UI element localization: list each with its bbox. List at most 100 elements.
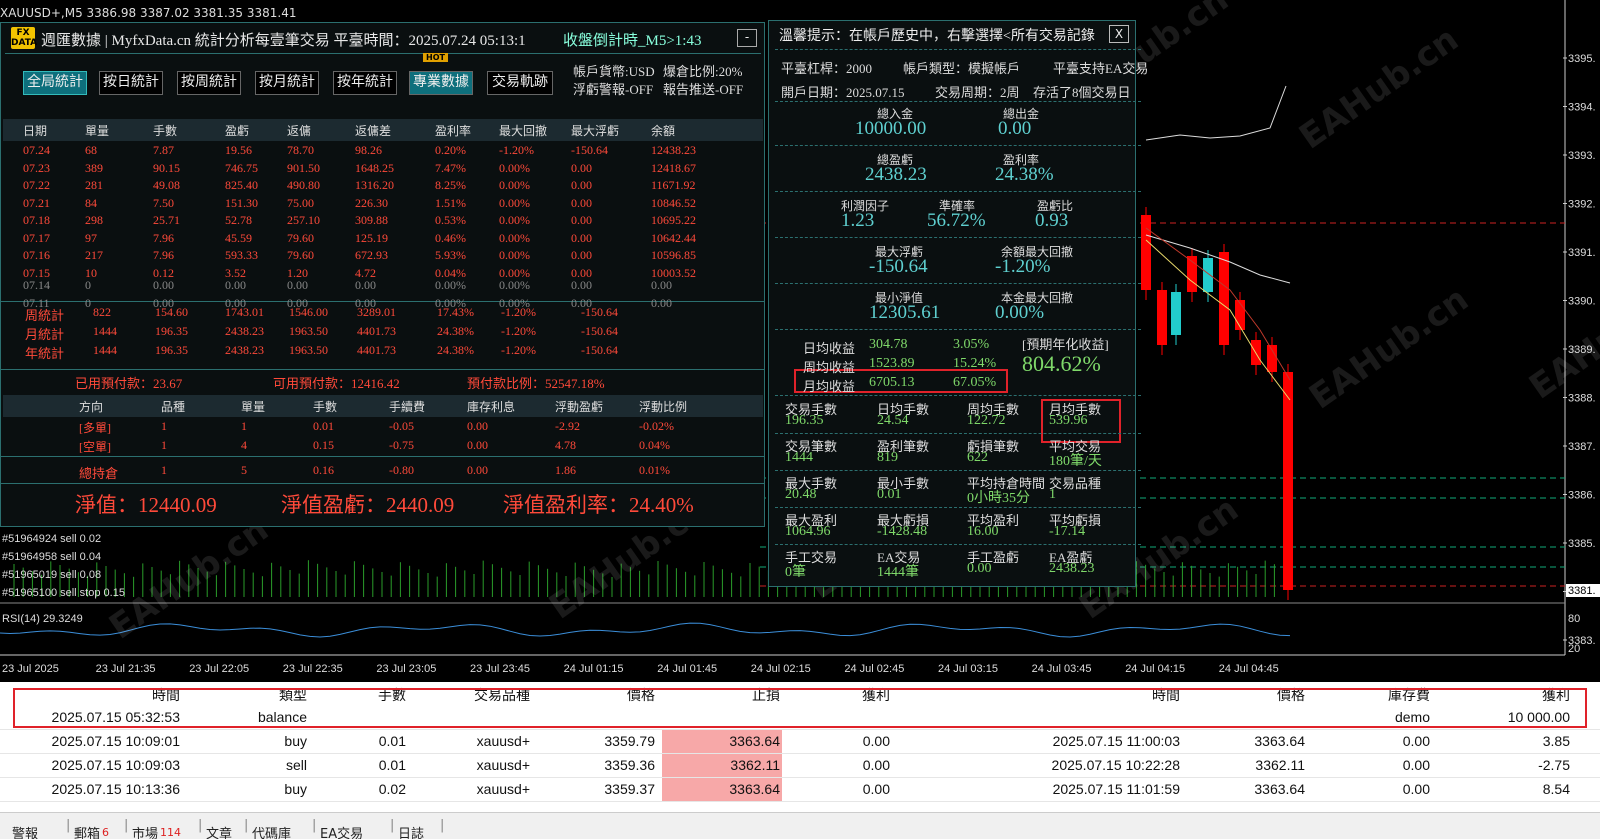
- candle-body: [1283, 372, 1293, 590]
- hot-badge: HOT: [423, 53, 448, 62]
- cell: 97: [85, 230, 97, 245]
- terminal-tab-1[interactable]: 郵箱 6: [74, 818, 109, 839]
- cell: 總持倉: [79, 466, 119, 481]
- history-cell: buy: [284, 733, 307, 749]
- stat-value: 196.35: [785, 413, 824, 428]
- history-cell: demo: [1394, 709, 1430, 725]
- divider: [775, 145, 1141, 146]
- close-button[interactable]: X: [1109, 25, 1129, 43]
- income-rate: 67.05%: [953, 375, 997, 390]
- cell: 4.78: [555, 438, 576, 452]
- history-cell: 3363.64: [729, 733, 780, 749]
- terminal-tab-badge: 114: [160, 826, 182, 839]
- countdown-label: 收盤倒計時_M5>1:43: [563, 33, 702, 49]
- price-tick-label: 3395.: [1568, 53, 1596, 65]
- order-label: #51964924 sell 0.02: [2, 533, 101, 545]
- order-label: #51964958 sell 0.04: [2, 551, 101, 563]
- column-header: 余額: [651, 124, 676, 138]
- column-header: 盈虧: [225, 124, 250, 138]
- history-cell: 0.01: [378, 757, 406, 773]
- cell: 0.00: [225, 278, 246, 292]
- cell: 0.00: [467, 419, 488, 433]
- terminal-tab-2[interactable]: 市場 114: [132, 818, 182, 839]
- minimize-button[interactable]: -: [737, 29, 757, 47]
- cell: 75.00: [287, 195, 314, 210]
- trade-history-table[interactable]: 時間 類型 手數 交易品種 價格 止損 獲利 時間 價格 庫存費 獲利 2025.07.15 05:…: [0, 682, 1600, 812]
- cell: 822: [93, 305, 111, 319]
- cell: 281: [85, 178, 103, 192]
- history-row[interactable]: 2025.07.15 10:09:01 buy 0.01 xauusd+ 3359.79…: [0, 730, 1600, 754]
- history-row[interactable]: 2025.07.15 10:13:36 buy 0.02 xauusd+ 3359.37…: [0, 778, 1600, 802]
- divider: [775, 329, 1141, 330]
- history-cell: 3362.11: [1255, 757, 1305, 773]
- tab-2[interactable]: 按周統計: [177, 71, 241, 95]
- tab-separator: |: [198, 818, 203, 833]
- cell: 79.60: [287, 248, 314, 262]
- terminal-tab-6[interactable]: 日誌: [398, 818, 424, 839]
- divider: [775, 433, 1141, 434]
- price-tick-label: 3394.: [1568, 102, 1596, 114]
- cell: 746.75: [225, 160, 258, 175]
- terminal-tab-5[interactable]: EA交易: [320, 818, 363, 839]
- tab-6[interactable]: 交易軌跡: [487, 71, 553, 95]
- current-price-label: 3381.: [1568, 585, 1596, 597]
- history-cell: 8.54: [1542, 781, 1570, 797]
- max-float-loss-value: -150.64: [869, 256, 928, 277]
- history-cell: 2025.07.15 11:01:59: [1052, 781, 1180, 797]
- history-cell: 0.00: [862, 757, 890, 773]
- total-row: 年統計 1444 196.35 2438.23 1963.50 4401.73 24.38%…: [3, 343, 763, 361]
- cell: -1.20%: [501, 343, 536, 357]
- stat-value: 1: [1049, 487, 1056, 502]
- history-cell: xauusd+: [476, 757, 530, 773]
- cell: 901.50: [287, 160, 320, 175]
- cell: 07.18: [23, 213, 50, 227]
- stat-value: 24.54: [877, 413, 909, 428]
- history-cell: 2025.07.15 11:00:03: [1052, 733, 1180, 749]
- tab-separator: |: [312, 818, 317, 833]
- price-tick-label: 3386.: [1568, 490, 1596, 502]
- cell: 49.08: [153, 178, 180, 192]
- rsi-level-80: 80: [1568, 613, 1580, 625]
- survived-days: 存活了8個交易日: [1033, 85, 1131, 100]
- terminal-tab-4[interactable]: 代碼庫: [252, 818, 291, 839]
- cell: 154.60: [155, 305, 188, 319]
- stat-value: 1064.96: [785, 524, 831, 539]
- price-tick-label: 3388.: [1568, 393, 1596, 405]
- cell: 07.14: [23, 278, 50, 292]
- terminal-tab-3[interactable]: 文章: [206, 818, 232, 839]
- cell: 0.16: [313, 463, 334, 477]
- history-row[interactable]: 2025.07.15 05:32:53 balance demo 10 000.00: [0, 706, 1600, 730]
- column-header: 返傭: [287, 124, 312, 138]
- stat-value: 20.48: [785, 487, 817, 502]
- tab-0[interactable]: 全局統計: [23, 71, 87, 95]
- tab-5[interactable]: 專業數據: [409, 71, 473, 95]
- history-cell: 3359.79: [604, 733, 655, 749]
- tab-3[interactable]: 按月統計: [255, 71, 319, 95]
- cell: 0.00: [571, 278, 592, 292]
- tab-1[interactable]: 按日統計: [99, 71, 163, 95]
- history-cell: sell: [285, 757, 307, 773]
- equity-value: 淨值：12440.09: [75, 493, 217, 517]
- candle-body: [1171, 292, 1181, 335]
- stat-value: 819: [877, 450, 898, 465]
- history-row[interactable]: 2025.07.15 10:09:03 sell 0.01 xauusd+ 3359.3…: [0, 754, 1600, 778]
- terminal-tab-label: 市場: [132, 827, 159, 839]
- cell: -0.05: [389, 419, 414, 433]
- cell: 0.00: [571, 160, 592, 175]
- terminal-tabs-bar: 警報 | 郵箱 6 | 市場 114 | 文章 | 代碼庫 | EA交易 | 日誌 |: [0, 812, 1600, 839]
- position-column-header: 庫存利息: [467, 400, 516, 414]
- cell: 7.87: [153, 143, 174, 157]
- title-divider: [5, 53, 761, 54]
- terminal-tab-0[interactable]: 警報: [12, 818, 38, 839]
- capital-drawdown-value: 0.00%: [995, 302, 1045, 323]
- cell: 0.00: [651, 278, 672, 292]
- income-label: 日均收益: [803, 341, 856, 356]
- cell: 0.00: [467, 463, 488, 477]
- cell: 0.00: [571, 213, 592, 227]
- cell: 0.00%: [499, 278, 530, 292]
- tab-4[interactable]: 按年統計: [333, 71, 397, 95]
- cell: 12438.23: [651, 143, 696, 157]
- history-cell: 3362.11: [730, 757, 780, 773]
- cell: 0.00: [571, 230, 592, 245]
- account-type: 帳戶類型：模擬帳戶: [903, 61, 1021, 76]
